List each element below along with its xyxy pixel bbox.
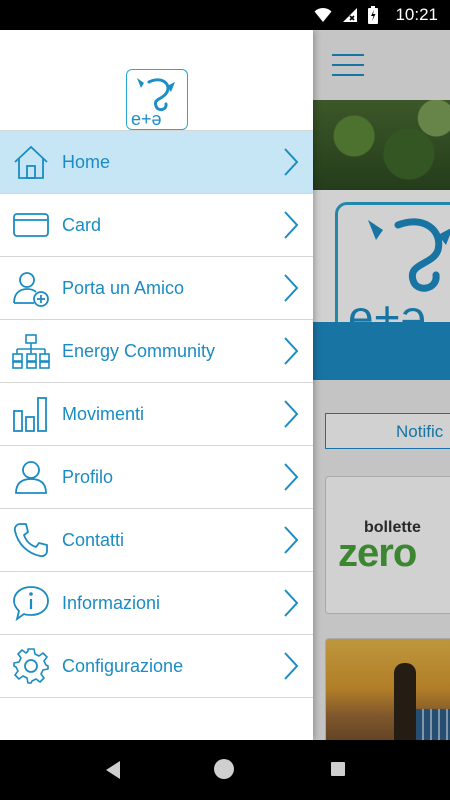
- org-chart-icon: [12, 334, 50, 369]
- menu-item-label: Home: [62, 152, 111, 172]
- chevron-right-icon: [284, 211, 299, 239]
- menu-item-profilo[interactable]: Profilo: [0, 445, 313, 508]
- add-user-icon: [13, 272, 49, 307]
- menu-item-configurazione[interactable]: Configurazione: [0, 634, 313, 698]
- brand-logo-icon: e+ə: [131, 78, 175, 129]
- menu-item-porta-un-amico[interactable]: Porta un Amico: [0, 256, 313, 319]
- brand-logo: e+ə: [126, 69, 188, 130]
- home-button-icon[interactable]: [214, 759, 234, 779]
- chevron-right-icon: [284, 589, 299, 617]
- wifi-icon: [314, 7, 332, 22]
- menu-item-label: Contatti: [62, 530, 125, 550]
- menu-item-label: Movimenti: [62, 404, 145, 424]
- menu-item-label: Configurazione: [62, 656, 184, 676]
- status-icons: [314, 6, 378, 24]
- credit-card-icon: [13, 213, 49, 237]
- chevron-right-icon: [284, 274, 299, 302]
- gear-icon: [13, 648, 49, 684]
- menu-item-label: Card: [62, 215, 102, 235]
- chevron-right-icon: [284, 463, 299, 491]
- user-icon: [15, 461, 47, 494]
- chevron-right-icon: [284, 337, 299, 365]
- menu-item-label: Profilo: [62, 467, 114, 487]
- chevron-right-icon: [284, 526, 299, 554]
- bar-chart-icon: [13, 397, 47, 432]
- system-navigation-bar: [0, 740, 450, 800]
- menu-item-card[interactable]: Card: [0, 193, 313, 256]
- chevron-right-icon: [284, 148, 299, 176]
- menu-item-movimenti[interactable]: Movimenti: [0, 382, 313, 445]
- back-icon[interactable]: [104, 760, 122, 780]
- navigation-drawer: e+ə Home Card Porta un Amico Energy Comm…: [0, 30, 313, 740]
- menu-item-informazioni[interactable]: Informazioni: [0, 571, 313, 634]
- menu-item-home[interactable]: Home: [0, 130, 313, 193]
- home-icon: [14, 145, 48, 179]
- app-screen: e+ə Notific bollette zero e+ə Home Card …: [0, 30, 450, 740]
- logo-text: e+ə: [131, 109, 162, 129]
- menu-item-label: Informazioni: [62, 593, 161, 613]
- phone-icon: [13, 523, 48, 558]
- recent-apps-icon[interactable]: [331, 762, 345, 776]
- menu-item-label: Energy Community: [62, 341, 216, 361]
- status-bar: 10:21: [0, 0, 450, 30]
- status-time: 10:21: [395, 5, 438, 24]
- chevron-right-icon: [284, 652, 299, 680]
- signal-icon: [343, 8, 357, 22]
- menu-item-energy-community[interactable]: Energy Community: [0, 319, 313, 382]
- drawer-menu: Home Card Porta un Amico Energy Communit…: [0, 130, 313, 698]
- menu-item-contatti[interactable]: Contatti: [0, 508, 313, 571]
- battery-icon: [368, 6, 378, 24]
- chevron-right-icon: [284, 400, 299, 428]
- menu-item-label: Porta un Amico: [62, 278, 185, 298]
- info-icon: [13, 586, 49, 622]
